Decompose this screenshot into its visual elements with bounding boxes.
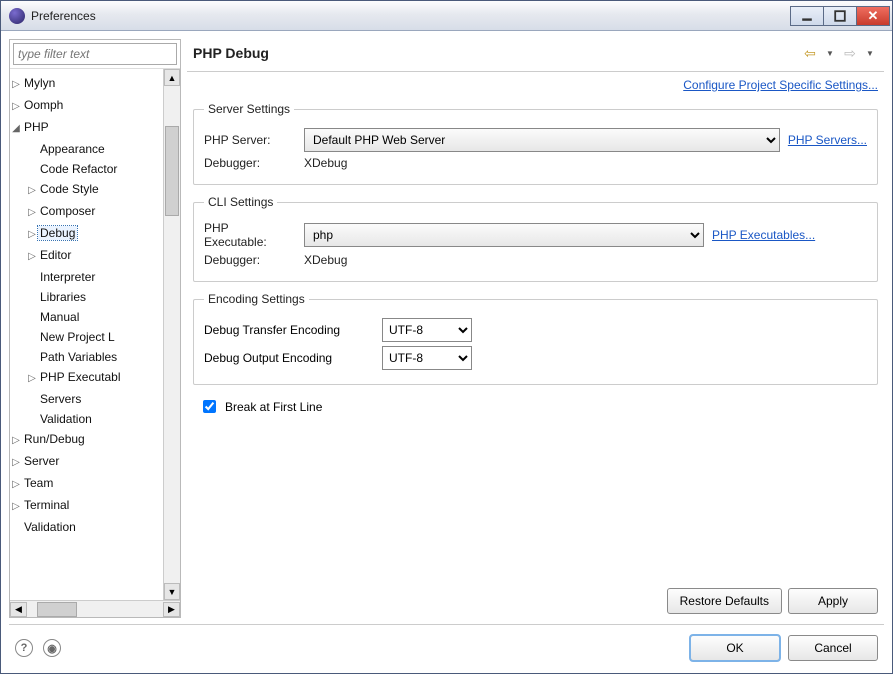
tree-item-new-project[interactable]: New Project L [38, 330, 117, 344]
preferences-window: Preferences ✕ ▷Mylyn ▷Oomph [0, 0, 893, 674]
tree-item-manual[interactable]: Manual [38, 310, 81, 324]
nav-forward-menu-icon[interactable]: ▼ [862, 45, 878, 61]
server-settings-legend: Server Settings [204, 102, 294, 116]
tree-item-debug[interactable]: Debug [38, 226, 77, 240]
tree-item-validation[interactable]: Validation [38, 412, 94, 426]
page-title: PHP Debug [193, 45, 269, 61]
close-button[interactable]: ✕ [856, 6, 890, 26]
scroll-right-icon[interactable]: ▶ [163, 602, 180, 617]
tree-item-validation2[interactable]: Validation [22, 520, 78, 534]
expand-icon[interactable]: ▷ [26, 369, 38, 389]
cli-settings-group: CLI Settings PHP Executable: php PHP Exe… [193, 195, 878, 282]
nav-forward-icon: ⇨ [842, 45, 858, 61]
transfer-encoding-select[interactable]: UTF-8 [382, 318, 472, 342]
apply-button[interactable]: Apply [788, 588, 878, 614]
server-debugger-label: Debugger: [204, 156, 296, 170]
tree-item-code-refactor[interactable]: Code Refactor [38, 162, 119, 176]
help-icon[interactable]: ? [15, 639, 33, 657]
eclipse-icon [9, 8, 25, 24]
tree-vscrollbar[interactable]: ▲ ▼ [163, 69, 180, 600]
php-servers-link[interactable]: PHP Servers... [788, 133, 867, 147]
cancel-button[interactable]: Cancel [788, 635, 878, 661]
ok-button[interactable]: OK [690, 635, 780, 661]
expand-icon[interactable]: ▷ [10, 75, 22, 95]
tree-item-php[interactable]: PHP [22, 120, 51, 134]
expand-icon[interactable]: ▷ [26, 225, 38, 245]
php-executables-link[interactable]: PHP Executables... [712, 228, 815, 242]
tree-hscrollbar[interactable]: ◀ ▶ [10, 600, 180, 617]
expand-icon[interactable]: ▷ [26, 203, 38, 223]
tree-item-terminal[interactable]: Terminal [22, 498, 71, 512]
cli-settings-legend: CLI Settings [204, 195, 277, 209]
encoding-settings-group: Encoding Settings Debug Transfer Encodin… [193, 292, 878, 385]
tree-item-composer[interactable]: Composer [38, 204, 97, 218]
php-executable-label: PHP Executable: [204, 221, 296, 249]
scroll-down-icon[interactable]: ▼ [164, 583, 180, 600]
transfer-encoding-label: Debug Transfer Encoding [204, 323, 374, 337]
tree-pane: ▷Mylyn ▷Oomph ◢PHP Appearance Code Refac… [9, 39, 181, 618]
expand-icon[interactable]: ▷ [10, 497, 22, 517]
filter-input[interactable] [13, 43, 177, 65]
tree-item-mylyn[interactable]: Mylyn [22, 76, 57, 90]
server-debugger-value: XDebug [304, 156, 347, 170]
tree-item-run-debug[interactable]: Run/Debug [22, 432, 87, 446]
configure-project-link[interactable]: Configure Project Specific Settings... [683, 78, 878, 92]
php-server-select[interactable]: Default PHP Web Server [304, 128, 780, 152]
collapse-icon[interactable]: ◢ [10, 119, 22, 139]
titlebar[interactable]: Preferences ✕ [1, 1, 892, 31]
tree-item-code-style[interactable]: Code Style [38, 182, 101, 196]
preference-tree[interactable]: ▷Mylyn ▷Oomph ◢PHP Appearance Code Refac… [10, 69, 163, 541]
php-executable-select[interactable]: php [304, 223, 704, 247]
cli-debugger-label: Debugger: [204, 253, 296, 267]
output-encoding-select[interactable]: UTF-8 [382, 346, 472, 370]
tree-item-appearance[interactable]: Appearance [38, 142, 107, 156]
nav-back-menu-icon[interactable]: ▼ [822, 45, 838, 61]
cli-debugger-value: XDebug [304, 253, 347, 267]
tree-item-interpreter[interactable]: Interpreter [38, 270, 97, 284]
break-first-line-checkbox[interactable] [203, 400, 216, 413]
scroll-up-icon[interactable]: ▲ [164, 69, 180, 86]
nav-back-icon[interactable]: ⇦ [802, 45, 818, 61]
tree-item-servers[interactable]: Servers [38, 392, 83, 406]
settings-pane: PHP Debug ⇦ ▼ ⇨ ▼ Configure Project Spec… [187, 39, 884, 618]
expand-icon[interactable]: ▷ [10, 431, 22, 451]
tree-item-team[interactable]: Team [22, 476, 55, 490]
encoding-settings-legend: Encoding Settings [204, 292, 309, 306]
php-server-label: PHP Server: [204, 133, 296, 147]
tree-item-php-executables[interactable]: PHP Executabl [38, 370, 123, 384]
window-buttons: ✕ [791, 6, 890, 26]
tree-item-editor[interactable]: Editor [38, 248, 73, 262]
tree-item-libraries[interactable]: Libraries [38, 290, 88, 304]
tree-item-server[interactable]: Server [22, 454, 61, 468]
import-export-icon[interactable]: ◉ [43, 639, 61, 657]
expand-icon[interactable]: ▷ [26, 247, 38, 267]
tree-item-oomph[interactable]: Oomph [22, 98, 65, 112]
expand-icon[interactable]: ▷ [26, 181, 38, 201]
scroll-thumb[interactable] [37, 602, 77, 617]
expand-icon[interactable]: ▷ [10, 453, 22, 473]
output-encoding-label: Debug Output Encoding [204, 351, 374, 365]
expand-icon[interactable]: ▷ [10, 475, 22, 495]
expand-icon[interactable]: ▷ [10, 97, 22, 117]
maximize-button[interactable] [823, 6, 857, 26]
restore-defaults-button[interactable]: Restore Defaults [667, 588, 782, 614]
window-title: Preferences [31, 9, 96, 23]
tree-item-path-variables[interactable]: Path Variables [38, 350, 119, 364]
minimize-button[interactable] [790, 6, 824, 26]
server-settings-group: Server Settings PHP Server: Default PHP … [193, 102, 878, 185]
scroll-left-icon[interactable]: ◀ [10, 602, 27, 617]
scroll-thumb[interactable] [165, 126, 179, 216]
break-first-line-label: Break at First Line [225, 400, 322, 414]
